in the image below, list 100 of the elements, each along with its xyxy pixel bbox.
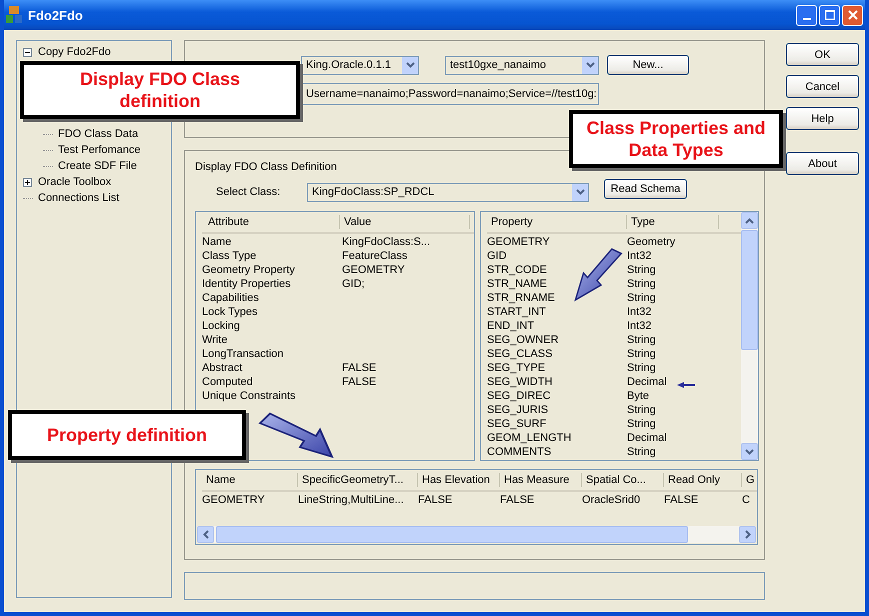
dialog-button[interactable]: Cancel [786, 75, 859, 98]
table-cell: Unique Constraints [202, 390, 296, 402]
minimize-icon [802, 18, 810, 20]
window-title: Fdo2Fdo [28, 8, 84, 22]
table-cell: Capabilities [202, 292, 259, 304]
class-dropdown[interactable]: KingFdoClass:SP_RDCL [307, 182, 589, 202]
table-cell: Decimal [627, 376, 667, 388]
table-cell: STR_CODE [487, 264, 547, 276]
table-cell: Abstract [202, 362, 242, 374]
table-cell: Int32 [627, 320, 652, 332]
table-cell: FALSE [500, 494, 534, 506]
table-cell: String [627, 278, 656, 290]
pointer-arrow [676, 381, 696, 389]
horizontal-scrollbar[interactable] [197, 526, 756, 543]
table-cell: Decimal [627, 432, 667, 444]
tree-item[interactable]: Oracle Toolbox [38, 176, 112, 188]
table-cell: String [627, 446, 656, 458]
table-cell: String [627, 418, 656, 430]
table-cell: START_INT [487, 306, 546, 318]
table-cell: Locking [202, 320, 240, 332]
table-cell: SEG_CLASS [487, 348, 552, 360]
annotation-callout: Display FDO Class definition [20, 61, 300, 119]
table-cell: GID; [342, 278, 365, 290]
vertical-scrollbar[interactable] [741, 212, 758, 460]
connection-dropdown[interactable]: test10gxe_nanaimo [445, 56, 599, 74]
table-cell: COMMENTS [487, 446, 552, 458]
dialog-button[interactable]: About [786, 152, 859, 175]
column-header[interactable]: Has Measure [500, 473, 582, 487]
column-header[interactable]: G [742, 473, 755, 487]
column-header[interactable]: Name [202, 473, 298, 487]
close-button[interactable] [842, 4, 863, 26]
table-cell: STR_NAME [487, 278, 547, 290]
table-cell: FALSE [342, 376, 376, 388]
new-button[interactable]: New... [607, 55, 689, 75]
table-cell: Int32 [627, 306, 652, 318]
column-header[interactable]: Property [487, 215, 627, 229]
table-cell: Name [202, 236, 232, 248]
table-cell: Class Type [202, 250, 256, 262]
scroll-up-icon [745, 218, 754, 224]
table-cell: Byte [627, 390, 650, 402]
column-header[interactable]: Has Elevation [418, 473, 500, 487]
tree-item[interactable]: Connections List [38, 192, 120, 204]
group-title: Display FDO Class Definition [195, 161, 338, 175]
table-cell: String [627, 264, 656, 276]
table-cell: String [627, 362, 656, 374]
provider-dropdown[interactable]: King.Oracle.0.1.1 [301, 56, 419, 74]
table-cell: Int32 [627, 250, 652, 262]
table-cell: Geometry Property [202, 264, 295, 276]
scroll-left-icon [202, 530, 208, 539]
table-cell: GEOMETRY [202, 494, 265, 506]
maximize-icon [824, 10, 834, 20]
table-cell: GID [487, 250, 507, 262]
table-cell: Write [202, 334, 228, 346]
table-cell: KingFdoClass:S... [342, 236, 430, 248]
table-cell: Lock Types [202, 306, 258, 318]
table-cell: END_INT [487, 320, 534, 332]
tree-item[interactable]: Create SDF File [58, 160, 137, 172]
dropdown-icon [402, 56, 418, 74]
column-header[interactable]: SpecificGeometryT... [298, 473, 418, 487]
expand-icon[interactable] [23, 178, 32, 186]
tree-item[interactable]: Copy Fdo2Fdo [38, 46, 111, 58]
table-cell: SEG_WIDTH [487, 376, 552, 388]
column-header[interactable]: Value [340, 215, 470, 229]
dialog-button[interactable]: Help [786, 107, 859, 130]
column-header[interactable]: Spatial Co... [582, 473, 664, 487]
table-cell: OracleSrid0 [582, 494, 640, 506]
table-cell: GEOMETRY [342, 264, 405, 276]
close-icon [848, 10, 858, 20]
table-cell: SEG_JURIS [487, 404, 548, 416]
table-cell: SEG_SURF [487, 418, 546, 430]
table-cell: STR_RNAME [487, 292, 555, 304]
column-header[interactable]: Attribute [202, 215, 340, 229]
maximize-button[interactable] [819, 4, 840, 26]
tree-item[interactable]: FDO Class Data [58, 128, 138, 140]
table-cell: LineString,MultiLine... [298, 494, 404, 506]
scroll-down-icon [745, 448, 754, 454]
table-cell: String [627, 292, 656, 304]
table-cell: FeatureClass [342, 250, 408, 262]
column-header[interactable]: Read Only [664, 473, 742, 487]
table-cell: LongTransaction [202, 348, 284, 360]
collapse-icon[interactable] [23, 48, 32, 56]
connection-string-field[interactable]: Username=nanaimo;Password=nanaimo;Service=//test10g: [301, 83, 599, 105]
scroll-right-icon [744, 530, 750, 539]
dialog-button[interactable]: OK [786, 43, 859, 66]
table-cell: FALSE [342, 362, 376, 374]
tree-item[interactable]: Test Perfomance [58, 144, 141, 156]
table-cell: SEG_OWNER [487, 334, 559, 346]
select-class-label: Select Class: [215, 186, 282, 198]
table-cell: String [627, 334, 656, 346]
table-cell: C [742, 494, 750, 506]
annotation-callout: Property definition [8, 410, 246, 460]
column-header[interactable]: Type [627, 215, 719, 229]
read-schema-button[interactable]: Read Schema [604, 179, 687, 199]
table-cell: Geometry [627, 236, 676, 248]
dropdown-icon [582, 56, 598, 74]
minimize-button[interactable] [796, 4, 817, 26]
table-cell: SEG_TYPE [487, 362, 546, 374]
table-cell: SEG_DIREC [487, 390, 551, 402]
app-icon [6, 6, 22, 24]
table-cell: String [627, 404, 656, 416]
